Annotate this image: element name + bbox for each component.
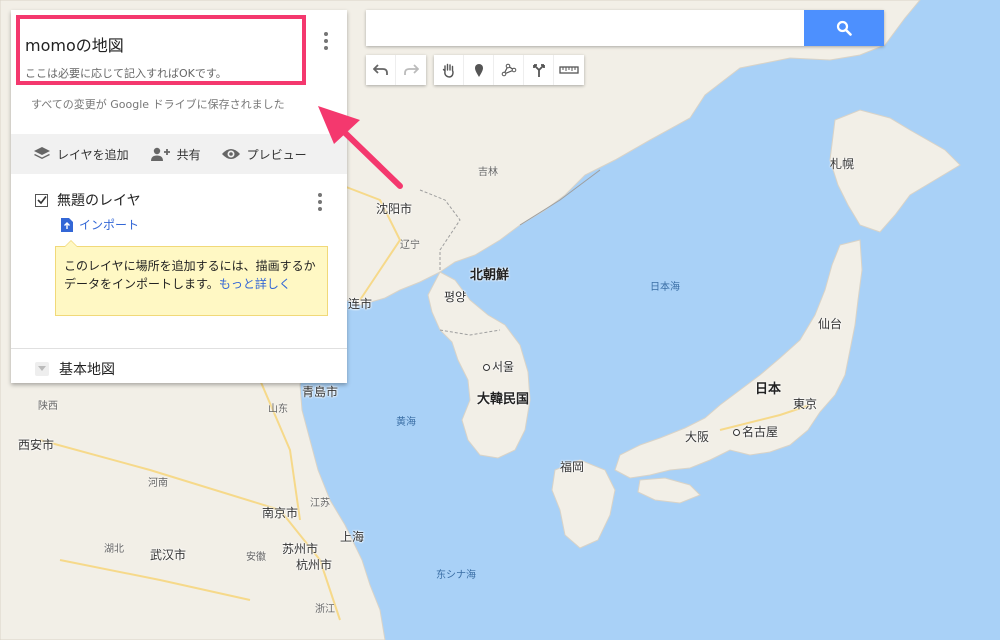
base-map-label: 基本地図 [59, 362, 115, 378]
import-link[interactable]: インポート [61, 216, 139, 233]
layer-help-tooltip: このレイヤに場所を追加するには、描画するかデータをインポートします。もっと詳しく [55, 240, 328, 316]
map-label-japan: 日本 [755, 382, 782, 397]
search-icon [836, 20, 852, 36]
save-status: すべての変更が Google ドライブに保存されました [31, 98, 285, 111]
map-label-nanjing: 南京市 [262, 506, 299, 520]
map-label-sendai: 仙台 [818, 317, 843, 331]
redo-icon [404, 64, 419, 75]
share-label: 共有 [176, 147, 201, 162]
kebab-dot [318, 192, 322, 197]
search-button[interactable] [804, 10, 884, 46]
map-label-liaoning: 辽宁 [400, 240, 420, 251]
import-file-icon [61, 217, 73, 232]
import-label: インポート [79, 218, 140, 232]
map-label-zhejiang: 浙江 [315, 604, 335, 615]
map-label-wuhan: 武汉市 [150, 548, 187, 562]
map-label-north-korea: 北朝鮮 [470, 268, 510, 283]
measure-button[interactable] [554, 55, 584, 85]
map-label-shanghai: 上海 [340, 530, 365, 544]
add-layer-label: レイヤを追加 [57, 147, 129, 162]
kebab-dot [318, 199, 322, 204]
layer-name[interactable]: 無題のレイヤ [57, 190, 141, 210]
map-label-south-korea: 大韓民国 [477, 392, 530, 407]
kebab-dot [318, 206, 322, 211]
map-label-shenyang: 沈阳市 [376, 202, 413, 216]
map-description[interactable]: ここは必要に応じて記入すればOKです。 [25, 65, 227, 81]
city-dot-icon [483, 364, 490, 371]
layers-icon [34, 147, 50, 159]
map-label-sea-of-japan: 日本海 [650, 282, 680, 293]
map-label-sapporo: 札幌 [830, 157, 855, 171]
map-label-dalian: 连市 [348, 297, 373, 311]
kebab-dot [324, 45, 328, 50]
map-options-button[interactable] [323, 30, 329, 51]
chevron-down-icon [35, 362, 49, 376]
add-person-icon [150, 147, 170, 161]
select-items-button[interactable] [434, 55, 464, 85]
panel-actions-bar: レイヤを追加 共有 プレビュー [11, 134, 347, 174]
map-label-osaka: 大阪 [685, 430, 710, 444]
redo-button[interactable] [396, 55, 426, 85]
map-label-qingdao: 青島市 [302, 385, 339, 399]
map-label-east-china-sea: 东シナ海 [436, 570, 476, 581]
map-label-anhui: 安徽 [246, 552, 266, 563]
map-sidebar-panel: momoの地図 ここは必要に応じて記入すればOKです。 すべての変更が Goog… [11, 10, 347, 383]
map-label-seoul: 서울 [483, 358, 514, 375]
draw-tools-group [434, 55, 584, 85]
search-input[interactable] [366, 10, 796, 46]
map-label-fukuoka: 福岡 [560, 460, 585, 474]
undo-button[interactable] [366, 55, 396, 85]
undo-icon [372, 64, 388, 75]
learn-more-link[interactable]: もっと詳しく [219, 277, 291, 291]
add-marker-button[interactable] [464, 55, 494, 85]
layer-options-button[interactable] [317, 191, 323, 212]
marker-icon [474, 64, 483, 77]
map-label-pyongyang: 평양 [444, 290, 467, 304]
preview-label: プレビュー [246, 147, 307, 162]
map-label-yellow-sea: 黄海 [396, 417, 416, 428]
hand-icon [442, 63, 454, 78]
map-label-hubei: 湖北 [104, 544, 124, 555]
map-label-nagoya: 名古屋 [733, 423, 778, 440]
map-label-nagoya-text: 名古屋 [742, 425, 779, 439]
check-icon [36, 196, 47, 205]
layer-row: 無題のレイヤ [35, 190, 141, 210]
map-label-shandong: 山东 [268, 404, 288, 415]
draw-line-button[interactable] [494, 55, 524, 85]
map-label-jilin: 吉林 [478, 167, 498, 178]
city-dot-icon [733, 429, 740, 436]
add-directions-button[interactable] [524, 55, 554, 85]
map-label-jiangsu: 江苏 [310, 498, 330, 509]
add-layer-button[interactable]: レイヤを追加 [33, 146, 129, 163]
search-box [366, 10, 884, 46]
kebab-dot [324, 31, 328, 36]
base-map-toggle[interactable]: 基本地図 [35, 359, 115, 379]
map-label-shaanxi: 陕西 [38, 401, 58, 412]
kebab-dot [324, 38, 328, 43]
map-label-hangzhou: 杭州市 [296, 558, 333, 572]
draw-line-icon [501, 63, 516, 77]
map-label-suzhou: 苏州市 [282, 542, 319, 556]
undo-redo-group [366, 55, 426, 85]
map-toolbar [366, 55, 592, 85]
map-title[interactable]: momoの地図 [25, 32, 124, 56]
panel-divider [11, 348, 347, 349]
eye-icon [221, 149, 240, 159]
share-button[interactable]: 共有 [149, 146, 201, 163]
ruler-icon [559, 66, 579, 74]
map-label-tokyo: 東京 [793, 397, 818, 411]
map-label-seoul-text: 서울 [492, 360, 515, 374]
map-label-xian: 西安市 [18, 438, 55, 452]
layer-visibility-checkbox[interactable] [35, 193, 48, 207]
map-label-henan: 河南 [148, 478, 168, 489]
directions-icon [532, 64, 545, 77]
preview-button[interactable]: プレビュー [221, 146, 307, 163]
